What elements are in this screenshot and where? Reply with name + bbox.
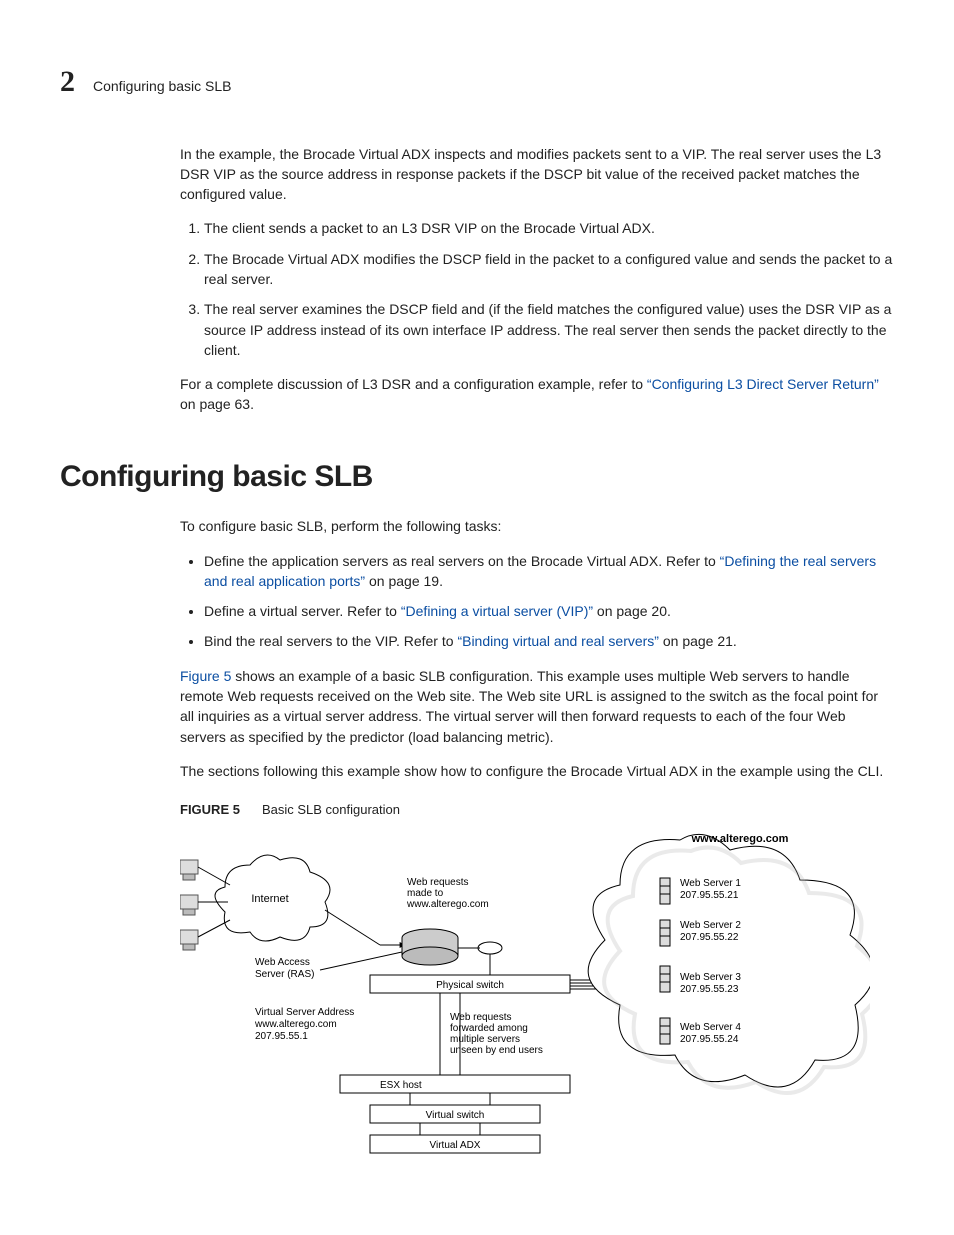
step-item: The real server examines the DSCP field … <box>204 299 894 360</box>
esx-box <box>340 1075 570 1093</box>
server-cloud <box>588 834 870 1087</box>
domain-label: www.alterego.com <box>691 833 789 845</box>
xref-link[interactable]: “Defining a virtual server (VIP)” <box>401 603 593 619</box>
ras-cylinder <box>402 929 458 965</box>
ref-text-pre: For a complete discussion of L3 DSR and … <box>180 376 647 392</box>
fig-ref-text: shows an example of a basic SLB configur… <box>180 668 878 745</box>
vip-label: Virtual Server Addresswww.alterego.com20… <box>254 1007 354 1042</box>
arrow-line <box>325 910 380 945</box>
svg-text:Web Server 2207.95.55.22: Web Server 2207.95.55.22 <box>680 920 741 943</box>
bullet-pre: Bind the real servers to the VIP. Refer … <box>204 633 457 649</box>
bullet-item: Bind the real servers to the VIP. Refer … <box>204 631 894 651</box>
bullet-list: Define the application servers as real s… <box>180 551 894 652</box>
cli-paragraph: The sections following this example show… <box>180 761 894 781</box>
figure-title: Basic SLB configuration <box>262 802 400 817</box>
fwd-label: Web requestsforwarded amongmultiple serv… <box>450 1012 543 1056</box>
tasks-intro: To configure basic SLB, perform the foll… <box>180 516 894 536</box>
step-item: The client sends a packet to an L3 DSR V… <box>204 218 894 238</box>
ref-text-post: on page 63. <box>180 396 254 412</box>
svg-text:Web Server 1207.95.55.21: Web Server 1207.95.55.21 <box>680 878 741 901</box>
vadx-label: Virtual ADX <box>430 1140 481 1151</box>
section-heading: Configuring basic SLB <box>60 455 894 499</box>
reference-paragraph: For a complete discussion of L3 DSR and … <box>180 374 894 415</box>
figure-caption: FIGURE 5 Basic SLB configuration <box>180 799 894 820</box>
web-req-to-label: Web requestsmade towww.alterego.com <box>406 877 489 910</box>
svg-text:Web Server 3207.95.55.23: Web Server 3207.95.55.23 <box>680 972 741 995</box>
vswitch-label: Virtual switch <box>426 1110 485 1121</box>
ellipse-junction <box>478 942 502 954</box>
xref-link[interactable]: Figure 5 <box>180 668 231 684</box>
xref-link[interactable]: “Binding virtual and real servers” <box>457 633 659 649</box>
chapter-number: 2 <box>60 60 75 104</box>
bullet-item: Define the application servers as real s… <box>204 551 894 592</box>
xref-link[interactable]: “Configuring L3 Direct Server Return” <box>647 376 879 392</box>
slb-diagram: Internet Web AccessServer (RAS) <box>180 830 870 1170</box>
step-item: The Brocade Virtual ADX modifies the DSC… <box>204 249 894 290</box>
bullet-post: on page 19. <box>365 573 443 589</box>
page-header: 2 Configuring basic SLB <box>60 60 894 104</box>
intro-paragraph: In the example, the Brocade Virtual ADX … <box>180 144 894 205</box>
figure-label: FIGURE 5 <box>180 802 240 817</box>
physical-switch-label: Physical switch <box>436 980 504 991</box>
bullet-pre: Define a virtual server. Refer to <box>204 603 401 619</box>
body-content: In the example, the Brocade Virtual ADX … <box>180 144 894 415</box>
internet-cloud: Internet <box>215 855 330 941</box>
ras-label: Web AccessServer (RAS) <box>255 957 314 980</box>
bullet-post: on page 20. <box>593 603 671 619</box>
bullet-pre: Define the application servers as real s… <box>204 553 720 569</box>
internet-label: Internet <box>251 893 288 905</box>
esx-label: ESX host <box>380 1080 422 1091</box>
figure-ref-paragraph: Figure 5 shows an example of a basic SLB… <box>180 666 894 747</box>
bullet-post: on page 21. <box>659 633 737 649</box>
svg-text:Web Server 4207.95.55.24: Web Server 4207.95.55.24 <box>680 1022 741 1045</box>
bullet-item: Define a virtual server. Refer to “Defin… <box>204 601 894 621</box>
steps-list: The client sends a packet to an L3 DSR V… <box>180 218 894 360</box>
running-head: Configuring basic SLB <box>93 76 232 96</box>
